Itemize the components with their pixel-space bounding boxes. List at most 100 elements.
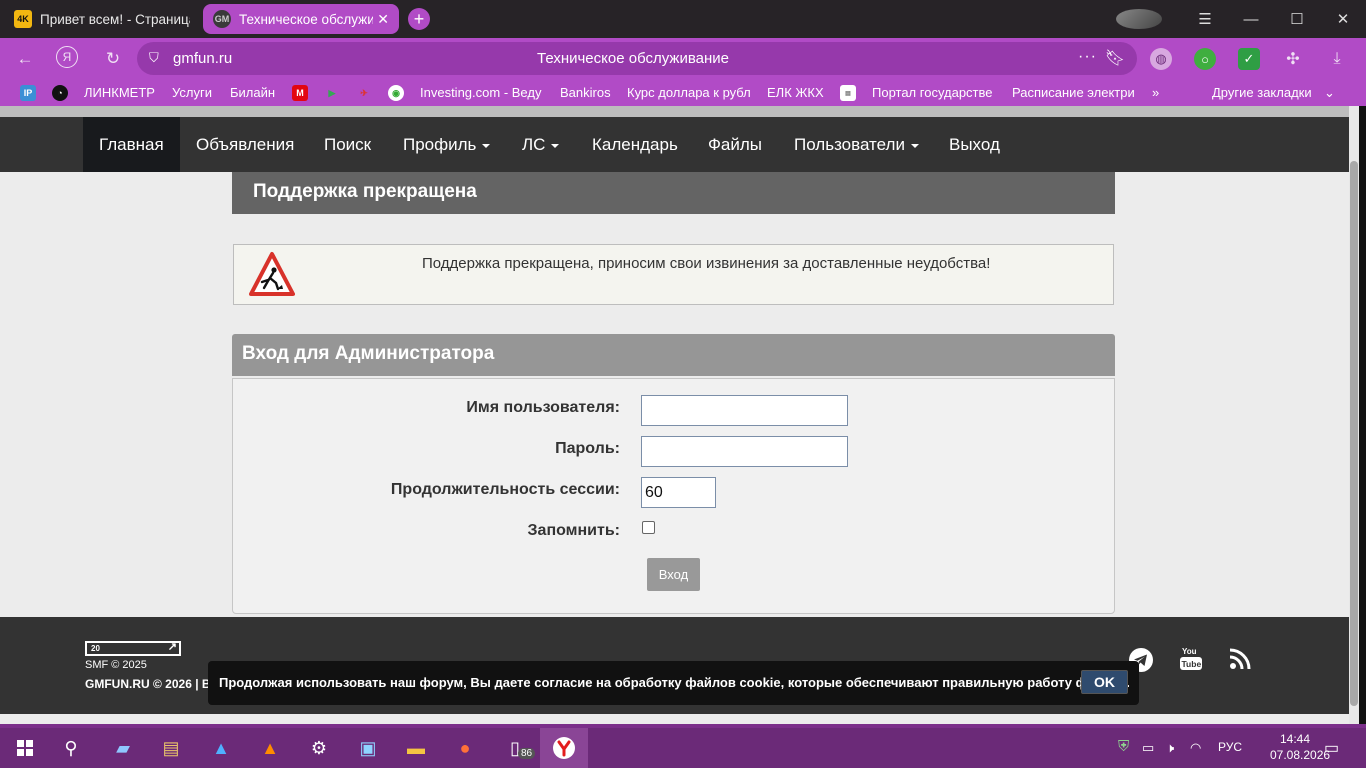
tab-title: Привет всем! - Страница <box>40 11 190 27</box>
maximize-icon[interactable]: ☐ <box>1274 10 1320 28</box>
vertical-scrollbar[interactable] <box>1349 106 1359 724</box>
clock-time: 14:44 <box>1279 732 1311 746</box>
play-store-icon[interactable]: ▶ <box>324 85 340 101</box>
mts-icon[interactable]: М <box>292 85 308 101</box>
sber-icon[interactable]: ◉ <box>388 85 404 101</box>
settings-gear-icon[interactable]: ⚙ <box>306 736 332 760</box>
smf-logo[interactable]: 20 ↗ <box>85 641 181 656</box>
nav-ads[interactable]: Объявления <box>196 117 294 172</box>
yandex-browser-icon[interactable] <box>551 736 577 760</box>
new-tab-button[interactable]: + <box>408 8 430 30</box>
youtube-icon[interactable]: You Tube <box>1180 645 1202 673</box>
airline-icon[interactable]: ✈ <box>356 85 372 101</box>
caret-down-icon <box>551 143 560 148</box>
nav-logout[interactable]: Выход <box>949 117 1000 172</box>
bookmarks-bar: IP ◔ ЛИНКМЕТР Услуги Билайн М ▶ ✈ ◉ Inve… <box>0 80 1366 106</box>
bookmark-item[interactable]: ЛИНКМЕТР <box>84 85 155 100</box>
firefox-icon[interactable]: ● <box>452 736 478 760</box>
bookmark-item[interactable]: Курс доллара к рубл <box>627 85 751 100</box>
language-indicator[interactable]: РУС <box>1218 740 1242 754</box>
session-length-label: Продолжительность сессии: <box>390 481 620 498</box>
session-length-input[interactable] <box>641 477 716 508</box>
app-books-icon[interactable]: ▤ <box>158 736 184 760</box>
browser-tab-active[interactable]: GM Техническое обслуживание ✕ <box>203 4 399 34</box>
tab-close-icon[interactable]: ✕ <box>377 11 389 28</box>
caret-down-icon <box>482 143 491 148</box>
other-bookmarks[interactable]: Другие закладки <box>1212 85 1312 100</box>
yandex-icon[interactable]: Я <box>56 46 78 68</box>
bookmark-item[interactable]: Услуги <box>172 85 212 100</box>
app-screenshot-icon[interactable]: ▰ <box>110 736 136 760</box>
address-bar[interactable]: ⛉ gmfun.ru Техническое обслуживание ··· … <box>137 42 1137 75</box>
maintenance-notice: Поддержка прекращена, приносим свои изви… <box>233 244 1114 305</box>
menu-icon[interactable]: ☰ <box>1182 10 1228 28</box>
nav-pm-label: ЛС <box>522 135 546 154</box>
close-window-icon[interactable]: ✕ <box>1320 10 1366 28</box>
cookie-banner: Продолжая использовать наш форум, Вы дае… <box>208 661 1139 705</box>
nav-calendar[interactable]: Календарь <box>592 117 678 172</box>
page-viewport: Главная Объявления Поиск Профиль ЛС Кале… <box>0 106 1349 714</box>
bookmark-item[interactable]: ЕЛК ЖКХ <box>767 85 824 100</box>
taskbar: ⚲ ▰ ▤ ▲ ▲ ⚙ ▣ ▬ ● ▯ 86 ⛨ ▭ 🕨︎ ◠ РУС 14:4… <box>0 728 1366 768</box>
browser-tab[interactable]: 4K Привет всем! - Страница <box>4 4 200 34</box>
chevron-down-icon[interactable]: ⌄ <box>1324 85 1335 101</box>
system-clock[interactable]: 14:44 07.08.2026 <box>1270 731 1331 763</box>
bookmark-item[interactable]: Bankiros <box>560 85 611 100</box>
volume-muted-icon[interactable]: 🕨︎ <box>1166 740 1174 756</box>
nav-pm[interactable]: ЛС <box>522 117 560 172</box>
app-photos-icon[interactable]: ▲ <box>208 736 234 760</box>
download-icon[interactable]: ⤓ <box>1326 48 1348 70</box>
nav-files[interactable]: Файлы <box>708 117 762 172</box>
scrollbar-thumb[interactable] <box>1350 161 1358 706</box>
password-label: Пароль: <box>555 440 620 457</box>
bookmark-item[interactable]: Расписание электри <box>1012 85 1136 100</box>
back-arrow-icon[interactable]: ← <box>12 46 38 72</box>
extension-ring-icon[interactable]: ○ <box>1194 48 1216 70</box>
svg-text:Tube: Tube <box>1182 659 1202 669</box>
vlc-icon[interactable]: ▲ <box>257 736 283 760</box>
rss-icon[interactable] <box>1229 648 1251 670</box>
reload-icon[interactable]: ↻ <box>100 46 126 72</box>
battery-icon[interactable]: ▭ <box>1142 740 1154 756</box>
cookie-ok-button[interactable]: OK <box>1081 670 1128 694</box>
speedometer-icon[interactable]: ◔ <box>52 85 68 101</box>
address-host: gmfun.ru <box>173 50 233 67</box>
forum-nav: Главная Объявления Поиск Профиль ЛС Кале… <box>0 117 1349 172</box>
login-button[interactable]: Вход <box>647 558 700 591</box>
battery-badge: 86 <box>518 748 536 759</box>
bookmark-item[interactable]: Портал государстве <box>872 85 996 100</box>
road-works-warning-icon <box>249 252 295 296</box>
globe-icon[interactable]: ◍ <box>1150 48 1172 70</box>
clock-date: 07.08.2026 <box>1270 748 1331 762</box>
remember-checkbox[interactable] <box>642 521 655 534</box>
smf-copyright: SMF © 2025 <box>85 659 147 671</box>
search-icon[interactable]: ⚲ <box>58 736 84 760</box>
bookmarks-overflow-icon[interactable]: » <box>1152 85 1159 100</box>
bookmark-item[interactable]: Investing.com - Веду <box>420 85 544 100</box>
username-input[interactable] <box>641 395 848 426</box>
adblock-shield-icon[interactable]: ✓ <box>1238 48 1260 70</box>
notifications-icon[interactable]: ▭ <box>1324 738 1339 758</box>
security-shield-icon[interactable]: ⛉ <box>149 50 159 66</box>
nav-home[interactable]: Главная <box>83 117 180 172</box>
cookie-text: Продолжая использовать наш форум, Вы дае… <box>219 675 1130 690</box>
network-icon[interactable]: ◠ <box>1190 740 1201 756</box>
extensions-puzzle-icon[interactable]: ✣ <box>1282 48 1304 70</box>
nav-profile[interactable]: Профиль <box>403 117 491 172</box>
file-explorer-icon[interactable]: ▬ <box>403 736 429 760</box>
login-form: Имя пользователя: Пароль: Продолжительно… <box>232 378 1115 614</box>
bookmark-item[interactable]: Билайн <box>230 85 275 100</box>
app-window-icon[interactable]: ▣ <box>355 736 381 760</box>
minimize-icon[interactable]: — <box>1228 11 1274 28</box>
bookmark-icon[interactable]: 🔖︎ <box>1105 48 1125 68</box>
gosuslugi-icon[interactable]: ▤ <box>840 85 856 101</box>
account-avatar[interactable] <box>1116 9 1162 29</box>
nav-search[interactable]: Поиск <box>324 117 371 172</box>
windows-start-icon[interactable] <box>12 736 38 760</box>
admin-login-title: Вход для Администратора <box>232 334 1115 376</box>
nav-users[interactable]: Пользователи <box>794 117 919 172</box>
defender-icon[interactable]: ⛨ <box>1118 738 1129 755</box>
ip-bookmark-icon[interactable]: IP <box>20 85 36 101</box>
password-input[interactable] <box>641 436 848 467</box>
more-dots-icon[interactable]: ··· <box>1078 48 1097 66</box>
